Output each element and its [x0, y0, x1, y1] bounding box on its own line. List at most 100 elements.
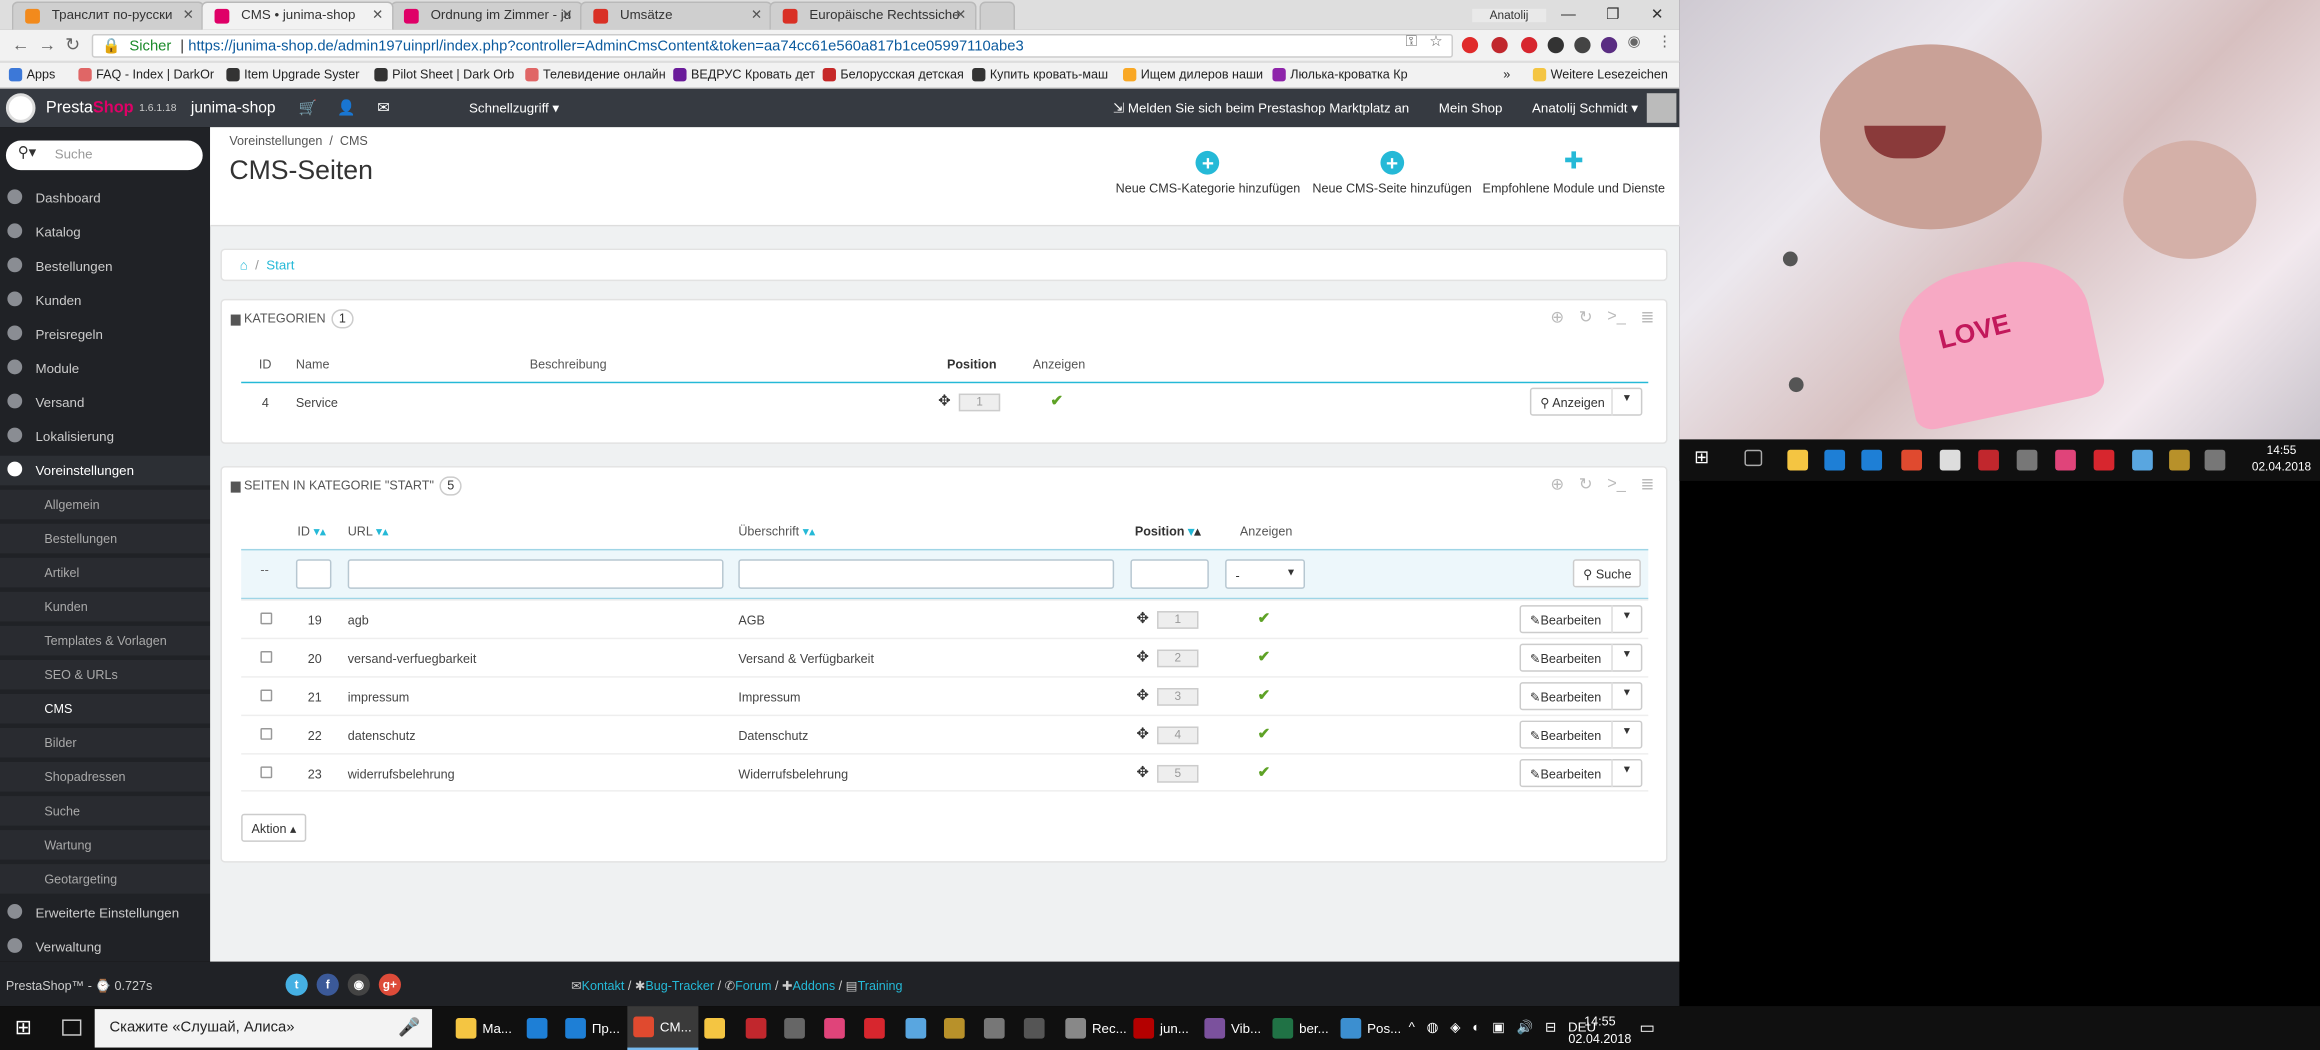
prestashop-logo-icon[interactable] [5, 93, 36, 123]
windows-start-icon[interactable]: ⊞ [1694, 447, 1715, 468]
sidebar-subitem[interactable]: Kunden [0, 591, 211, 622]
sidebar-item-erweiterte[interactable]: Erweiterte Einstellungen [0, 898, 210, 928]
sidebar-item-lokalisierung[interactable]: Lokalisierung [0, 422, 210, 452]
table-row[interactable]: 21 impressum Impressum ✥ 3 ✔ ✎Bearbeiten… [241, 676, 1649, 714]
sidebar-item-bestellungen[interactable]: Bestellungen [0, 252, 210, 282]
back-icon[interactable]: ← [12, 34, 30, 55]
sidebar-subitem[interactable]: Bestellungen [0, 523, 211, 554]
taskbar-app[interactable]: Vib... [1198, 1006, 1267, 1050]
check-icon[interactable]: ✔ [1258, 650, 1270, 666]
taskbar-app[interactable] [1018, 1006, 1051, 1050]
shop-name[interactable]: junima-shop [191, 99, 276, 117]
taskbar-app[interactable] [858, 1006, 891, 1050]
tray-icon[interactable]: ◐ [1472, 1019, 1480, 1035]
filter-id-input[interactable] [295, 559, 332, 589]
close-tab-icon[interactable]: ✕ [183, 7, 194, 23]
table-row[interactable]: 4 Service ✥ 1 ✔ ⚲ Anzeigen ▼ [241, 381, 1649, 420]
add-icon[interactable]: ⊕ [1550, 475, 1564, 494]
store-icon[interactable] [1939, 449, 1961, 471]
add-cms-category-button[interactable]: + Neue CMS-Kategorie hinzufügen [1116, 150, 1300, 195]
task-view-icon[interactable] [62, 1019, 82, 1036]
url-bar[interactable]: 🔒 Sicher | https://junima-shop.de/admin197… [91, 34, 1453, 58]
eye-icon[interactable]: ◉ [1628, 34, 1641, 50]
app-icon[interactable] [2204, 449, 2226, 471]
key-icon[interactable]: ⚿ [1406, 34, 1417, 50]
tray-icon[interactable]: ▣ [1492, 1019, 1505, 1035]
sidebar-subitem[interactable]: Suche [0, 796, 211, 826]
new-tab-button[interactable] [979, 1, 1016, 30]
sidebar-subitem[interactable]: Templates & Vorlagen [0, 625, 211, 656]
refresh-icon[interactable]: ↻ [1579, 475, 1593, 494]
sort-icon[interactable]: ▾▴ [313, 524, 326, 539]
user-menu[interactable]: Anatolij Schmidt ▾ [1532, 101, 1638, 117]
caret-down-icon[interactable]: ▼ [1611, 720, 1641, 749]
github-icon[interactable]: ◉ [347, 973, 370, 996]
recommended-modules-button[interactable]: ✚ Empfohlene Module und Dienste [1483, 150, 1665, 195]
database-icon[interactable]: ≣ [1641, 308, 1655, 327]
extension-icon[interactable] [1461, 36, 1479, 54]
caret-down-icon[interactable]: ▼ [1611, 643, 1641, 672]
edit-button[interactable]: ✎Bearbeiten ▼ [1519, 759, 1643, 788]
app-icon[interactable] [2055, 449, 2076, 471]
sql-icon[interactable]: >_ [1607, 475, 1626, 494]
cart-icon[interactable]: 🛒 [299, 101, 317, 117]
filter-url-input[interactable] [347, 559, 724, 589]
app-icon[interactable] [2169, 449, 2190, 471]
taskbar-app[interactable]: Пр... [559, 1006, 626, 1050]
column-header-id[interactable]: ID ▾▴ [297, 524, 326, 540]
explorer-icon[interactable] [1787, 449, 1809, 471]
row-checkbox[interactable] [260, 727, 273, 740]
app-icon[interactable] [2016, 449, 2038, 471]
filter-display-select[interactable]: - ▼ [1225, 559, 1306, 589]
taskbar-app[interactable] [521, 1006, 554, 1050]
drag-handle-icon[interactable]: ✥ [1136, 726, 1148, 742]
search-input[interactable]: ⚲▾ Suche [5, 140, 203, 171]
taskbar-app-active[interactable]: CM... [627, 1006, 698, 1050]
drag-handle-icon[interactable]: ✥ [1136, 765, 1148, 781]
caret-down-icon[interactable]: ▼ [1611, 759, 1641, 788]
edit-button[interactable]: ✎Bearbeiten ▼ [1519, 643, 1643, 672]
bookmark-item[interactable]: Ищем дилеров наши [1123, 67, 1263, 81]
taskbar-app[interactable] [778, 1006, 811, 1050]
column-header-url[interactable]: URL ▾▴ [348, 524, 389, 540]
sql-icon[interactable]: >_ [1607, 308, 1626, 327]
add-icon[interactable]: ⊕ [1550, 308, 1564, 327]
taskbar-app[interactable]: Ma... [450, 1006, 518, 1050]
row-checkbox[interactable] [260, 612, 273, 625]
bookmark-item[interactable]: Купить кровать-маш [972, 67, 1108, 81]
sort-icon[interactable]: ▾▴ [803, 524, 816, 539]
microphone-icon[interactable]: 🎤 [398, 1016, 420, 1037]
browser-tab[interactable]: Ordnung im Zimmer - ju ✕ [390, 1, 583, 30]
task-view-icon[interactable] [1744, 449, 1763, 467]
sidebar-subitem[interactable]: Bilder [0, 727, 211, 758]
my-shop-link[interactable]: Mein Shop [1439, 101, 1503, 117]
caret-down-icon[interactable]: ▼ [1611, 387, 1641, 416]
home-icon[interactable]: ⌂ [240, 257, 248, 272]
taskbar-app[interactable]: ber... [1267, 1006, 1335, 1050]
tray-icon[interactable]: ◍ [1427, 1019, 1439, 1035]
clock[interactable]: 14:55 02.04.2018 [1568, 1012, 1631, 1048]
bookmark-item[interactable]: Телевидение онлайн [525, 67, 666, 81]
sidebar-subitem[interactable]: Wartung [0, 830, 211, 860]
edge-icon[interactable] [1824, 449, 1846, 471]
row-checkbox[interactable] [260, 689, 273, 702]
forward-icon[interactable]: → [38, 34, 56, 55]
close-tab-icon[interactable]: ✕ [955, 7, 966, 23]
filter-position-input[interactable] [1130, 559, 1209, 589]
opera-icon[interactable] [2093, 449, 2115, 471]
table-row[interactable]: 22 datenschutz Datenschutz ✥ 4 ✔ ✎Bearbe… [241, 714, 1649, 753]
table-row[interactable]: 23 widerrufsbelehrung Widerrufsbelehrung… [241, 753, 1649, 792]
sidebar-subitem[interactable]: SEO & URLs [0, 659, 211, 690]
sidebar-subitem[interactable]: Artikel [0, 557, 211, 588]
network-icon[interactable]: ⊟ [1545, 1019, 1556, 1035]
sidebar-subitem[interactable]: Allgemein [0, 489, 211, 520]
check-icon[interactable]: ✔ [1258, 688, 1270, 704]
edit-button[interactable]: ✎Bearbeiten ▼ [1519, 720, 1643, 749]
bookmark-item[interactable]: ВЕДРУС Кровать дет [673, 67, 815, 81]
bookmarks-more-button[interactable]: » [1503, 67, 1510, 82]
sidebar-item-katalog[interactable]: Katalog [0, 218, 210, 248]
ie-icon[interactable] [1861, 449, 1883, 471]
browser-tab-active[interactable]: CMS • junima-shop ✕ [201, 1, 394, 30]
sidebar-item-voreinstellungen[interactable]: Voreinstellungen [0, 455, 211, 486]
profile-button[interactable]: Anatolij [1471, 8, 1547, 22]
